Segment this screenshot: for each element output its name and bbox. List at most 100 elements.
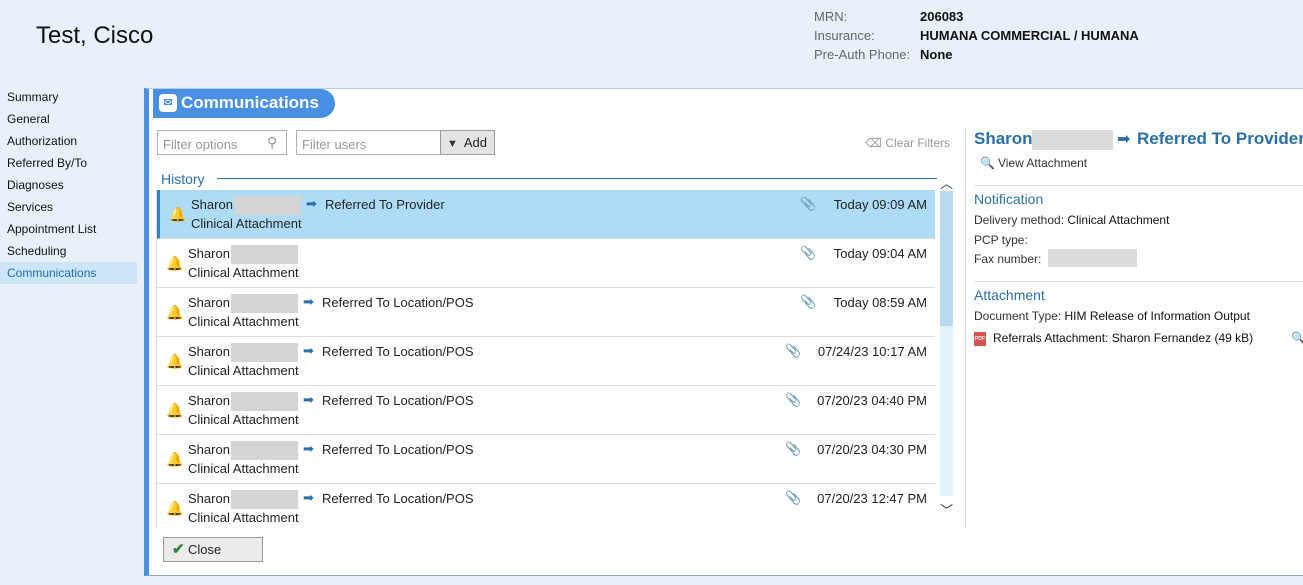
row-sender: Sharon bbox=[188, 491, 230, 506]
paperclip-icon: 📎 bbox=[785, 441, 802, 456]
history-row[interactable]: 🔔 Sharon ➡ Referred To Location/POS Clin… bbox=[157, 337, 935, 386]
history-row[interactable]: 🔔 Sharon ➡ Referred To Location/POS Clin… bbox=[157, 484, 935, 529]
history-scrollbar[interactable]: ︿ ﹀ bbox=[938, 164, 955, 529]
add-button-label: Add bbox=[463, 135, 488, 150]
row-type: Clinical Attachment bbox=[188, 412, 299, 427]
pcp-type-label: PCP type: bbox=[974, 233, 1028, 247]
nav-item-referred-by-to[interactable]: Referred By/To bbox=[0, 152, 137, 174]
magnifier-icon[interactable]: 🔍 bbox=[1291, 331, 1303, 345]
nav-item-services[interactable]: Services bbox=[0, 196, 137, 218]
document-type-row: Document Type: HIM Release of Informatio… bbox=[974, 309, 1250, 323]
arrow-right-icon: ➡ bbox=[303, 441, 314, 456]
paperclip-icon: 📎 bbox=[800, 245, 817, 260]
bell-icon: 🔔 bbox=[166, 402, 184, 418]
insurance-label: Insurance: bbox=[814, 28, 875, 43]
document-type-value: HIM Release of Information Output bbox=[1064, 309, 1250, 323]
row-time: 07/20/23 12:47 PM bbox=[817, 491, 927, 506]
paperclip-icon: 📎 bbox=[800, 294, 817, 309]
nav-item-general[interactable]: General bbox=[0, 108, 137, 130]
history-row[interactable]: 🔔 Sharon Clinical Attachment 📎 Today 09:… bbox=[157, 239, 935, 288]
pdf-icon: PDF bbox=[974, 331, 986, 346]
clear-filters-button[interactable]: ⌫ Clear Filters bbox=[865, 136, 950, 150]
delivery-method-value: Clinical Attachment bbox=[1067, 213, 1170, 227]
history-row[interactable]: 🔔 Sharon ➡ Referred To Location/POS Clin… bbox=[157, 435, 935, 484]
mrn-label: MRN: bbox=[814, 9, 848, 24]
row-sender: Sharon bbox=[188, 344, 230, 359]
scroll-thumb[interactable] bbox=[940, 191, 953, 326]
row-sender: Sharon bbox=[191, 197, 233, 212]
redacted-name bbox=[231, 392, 298, 411]
arrow-right-icon: ➡ bbox=[303, 343, 314, 358]
arrow-right-icon: ➡ bbox=[306, 196, 317, 211]
row-time: Today 09:09 AM bbox=[833, 197, 927, 212]
bell-icon: 🔔 bbox=[166, 451, 184, 467]
redacted-name bbox=[234, 196, 301, 215]
row-type: Clinical Attachment bbox=[191, 216, 302, 231]
redacted-name bbox=[231, 441, 298, 460]
history-row[interactable]: 🔔 Sharon ➡ Referred To Location/POS Clin… bbox=[157, 288, 935, 337]
section-divider bbox=[974, 185, 1303, 186]
filter-users-input[interactable] bbox=[296, 130, 441, 155]
pane-divider bbox=[965, 129, 966, 528]
funnel-icon: ▼ bbox=[447, 138, 458, 150]
close-button-label: Close bbox=[188, 542, 222, 557]
redacted-name bbox=[231, 490, 298, 509]
delivery-method-row: Delivery method: Clinical Attachment bbox=[974, 213, 1169, 227]
add-filter-button[interactable]: ▼ Add bbox=[440, 130, 495, 155]
row-sender: Sharon bbox=[188, 393, 230, 408]
redacted-fax bbox=[1048, 249, 1137, 267]
insurance-value: HUMANA COMMERCIAL / HUMANA bbox=[920, 28, 1139, 43]
paperclip-icon: 📎 bbox=[800, 196, 817, 211]
nav-item-diagnoses[interactable]: Diagnoses bbox=[0, 174, 137, 196]
row-type: Clinical Attachment bbox=[188, 461, 299, 476]
attachment-file-row[interactable]: PDF Referrals Attachment: Sharon Fernande… bbox=[974, 331, 1253, 346]
delivery-method-label: Delivery method: bbox=[974, 213, 1065, 227]
row-sender: Sharon bbox=[188, 246, 230, 261]
arrow-right-icon: ➡ bbox=[303, 294, 314, 309]
history-heading: History bbox=[161, 171, 205, 187]
nav-item-authorization[interactable]: Authorization bbox=[0, 130, 137, 152]
paperclip-icon: 📎 bbox=[785, 490, 802, 505]
arrow-right-icon: ➡ bbox=[303, 490, 314, 505]
bell-icon: 🔔 bbox=[166, 353, 184, 369]
history-row[interactable]: 🔔 Sharon ➡ Referred To Location/POS Clin… bbox=[157, 386, 935, 435]
nav-item-summary[interactable]: Summary bbox=[0, 86, 137, 108]
clear-filters-label: Clear Filters bbox=[885, 136, 950, 150]
row-time: Today 08:59 AM bbox=[833, 295, 927, 310]
dialog-title-tab: ✉ Communications bbox=[153, 89, 335, 118]
row-time: Today 09:04 AM bbox=[833, 246, 927, 261]
redacted-name bbox=[1032, 130, 1113, 150]
nav-item-scheduling[interactable]: Scheduling bbox=[0, 240, 137, 262]
attachment-file-name[interactable]: Referrals Attachment: Sharon Fernandez (… bbox=[993, 331, 1253, 345]
dialog-title: Communications bbox=[181, 93, 319, 112]
redacted-name bbox=[231, 294, 298, 313]
search-icon: ⚲ bbox=[267, 134, 278, 150]
patient-name: Test, Cisco bbox=[36, 22, 154, 49]
row-sender: Sharon bbox=[188, 442, 230, 457]
arrow-right-icon: ➡ bbox=[1117, 131, 1131, 148]
nav-item-appointment-list[interactable]: Appointment List bbox=[0, 218, 137, 240]
row-action: Referred To Provider bbox=[325, 197, 445, 212]
close-button[interactable]: ✔ Close bbox=[163, 537, 263, 562]
paperclip-icon: 📎 bbox=[785, 343, 802, 358]
row-time: 07/24/23 10:17 AM bbox=[817, 344, 927, 359]
chevron-up-icon[interactable]: ︿ bbox=[938, 173, 955, 191]
history-row[interactable]: 🔔 Sharon ➡ Referred To Provider Clinical… bbox=[157, 190, 935, 239]
patient-info: MRN: 206083 Insurance: HUMANA COMMERCIAL… bbox=[814, 9, 1139, 62]
row-action: Referred To Location/POS bbox=[322, 442, 474, 457]
history-list: 🔔 Sharon ➡ Referred To Provider Clinical… bbox=[156, 190, 935, 529]
view-attachment-link[interactable]: 🔍 View Attachment bbox=[980, 156, 1087, 170]
mrn-value: 206083 bbox=[920, 9, 964, 24]
row-action: Referred To Location/POS bbox=[322, 491, 474, 506]
nav-item-communications[interactable]: Communications bbox=[0, 262, 137, 284]
communications-icon: ✉ bbox=[159, 94, 177, 112]
row-type: Clinical Attachment bbox=[188, 510, 299, 525]
document-type-label: Document Type: bbox=[974, 309, 1062, 323]
preauth-phone-label: Pre-Auth Phone: bbox=[814, 47, 911, 62]
left-nav: Summary General Authorization Referred B… bbox=[0, 86, 137, 284]
preauth-phone-value: None bbox=[920, 47, 953, 62]
redacted-name bbox=[231, 245, 298, 264]
magnifier-icon: 🔍 bbox=[980, 156, 995, 170]
chevron-down-icon[interactable]: ﹀ bbox=[938, 500, 955, 518]
row-action: Referred To Location/POS bbox=[322, 344, 474, 359]
